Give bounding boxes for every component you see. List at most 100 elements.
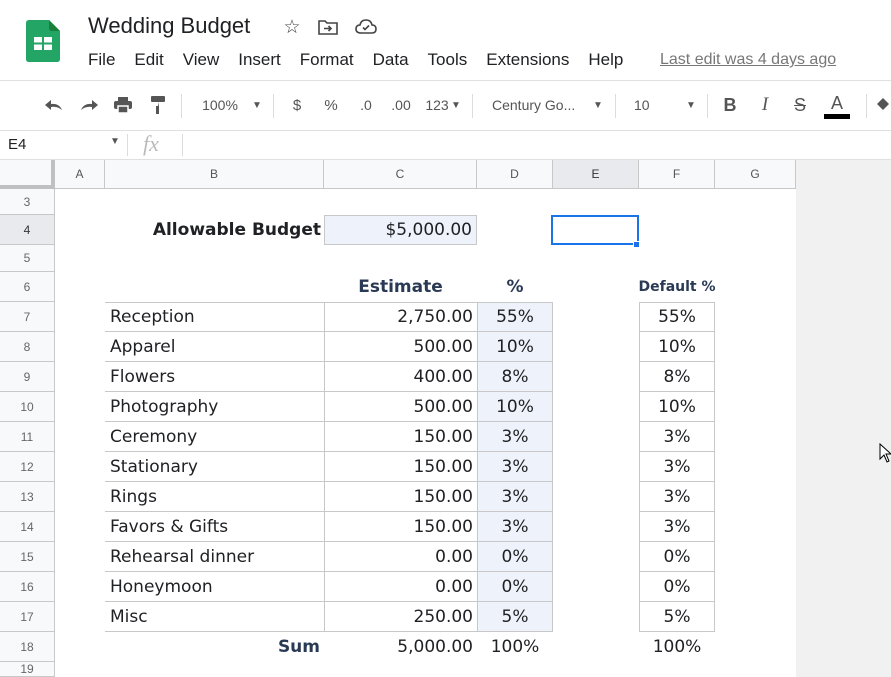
font-family-select[interactable]: Century Go... xyxy=(492,93,584,117)
item-default-percent-cell[interactable]: 3% xyxy=(639,452,715,482)
item-name-cell[interactable]: Photography xyxy=(105,392,324,422)
italic-button[interactable]: I xyxy=(756,93,774,117)
item-default-percent-cell[interactable]: 3% xyxy=(639,512,715,542)
more-formats-button[interactable]: 123 xyxy=(423,93,451,117)
sheets-logo-icon[interactable] xyxy=(26,20,60,62)
column-header-e[interactable]: E xyxy=(553,160,639,189)
row-header-5[interactable]: 5 xyxy=(0,245,55,272)
strikethrough-button[interactable]: S xyxy=(791,93,809,117)
item-estimate-cell[interactable]: 500.00 xyxy=(324,392,477,422)
item-percent-cell[interactable]: 3% xyxy=(477,482,553,512)
fill-handle[interactable] xyxy=(633,241,640,248)
item-name-cell[interactable]: Rings xyxy=(105,482,324,512)
item-default-percent-cell[interactable]: 3% xyxy=(639,422,715,452)
row-header-12[interactable]: 12 xyxy=(0,452,55,482)
percent-format-button[interactable]: % xyxy=(322,93,340,117)
row-header-14[interactable]: 14 xyxy=(0,512,55,542)
menu-edit[interactable]: Edit xyxy=(134,50,163,70)
select-all-corner[interactable] xyxy=(0,160,55,189)
formula-input[interactable] xyxy=(190,131,890,159)
menu-insert[interactable]: Insert xyxy=(238,50,281,70)
menu-view[interactable]: View xyxy=(183,50,220,70)
item-default-percent-cell[interactable]: 10% xyxy=(639,332,715,362)
item-percent-cell[interactable]: 3% xyxy=(477,422,553,452)
item-estimate-cell[interactable]: 150.00 xyxy=(324,512,477,542)
column-header-g[interactable]: G xyxy=(715,160,796,189)
item-percent-cell[interactable]: 3% xyxy=(477,512,553,542)
menu-tools[interactable]: Tools xyxy=(428,50,468,70)
sum-estimate-cell[interactable]: 5,000.00 xyxy=(324,632,477,662)
column-header-a[interactable]: A xyxy=(55,160,105,189)
last-edit-link[interactable]: Last edit was 4 days ago xyxy=(660,51,836,69)
item-default-percent-cell[interactable]: 10% xyxy=(639,392,715,422)
item-percent-cell[interactable]: 10% xyxy=(477,392,553,422)
row-header-19[interactable]: 19 xyxy=(0,662,55,677)
row-header-11[interactable]: 11 xyxy=(0,422,55,452)
font-size-dropdown-icon[interactable]: ▼ xyxy=(684,93,698,117)
row-header-10[interactable]: 10 xyxy=(0,392,55,422)
zoom-select[interactable]: 100% xyxy=(198,93,242,117)
row-header-8[interactable]: 8 xyxy=(0,332,55,362)
item-estimate-cell[interactable]: 0.00 xyxy=(324,542,477,572)
row-header-16[interactable]: 16 xyxy=(0,572,55,602)
selected-cell-e4[interactable] xyxy=(551,215,639,245)
undo-icon[interactable] xyxy=(42,93,66,117)
item-name-cell[interactable]: Honeymoon xyxy=(105,572,324,602)
sum-percent-cell[interactable]: 100% xyxy=(477,632,553,662)
budget-value-cell[interactable]: $5,000.00 xyxy=(324,215,477,245)
item-default-percent-cell[interactable]: 3% xyxy=(639,482,715,512)
column-header-b[interactable]: B xyxy=(105,160,324,189)
star-icon[interactable]: ☆ xyxy=(281,16,303,38)
item-estimate-cell[interactable]: 2,750.00 xyxy=(324,302,477,332)
item-name-cell[interactable]: Favors & Gifts xyxy=(105,512,324,542)
item-default-percent-cell[interactable]: 5% xyxy=(639,602,715,632)
row-header-17[interactable]: 17 xyxy=(0,602,55,632)
paint-format-icon[interactable] xyxy=(146,93,170,117)
column-header-f[interactable]: F xyxy=(639,160,715,189)
item-percent-cell[interactable]: 8% xyxy=(477,362,553,392)
row-header-6[interactable]: 6 xyxy=(0,272,55,302)
name-box[interactable]: E4 xyxy=(8,136,26,153)
menu-data[interactable]: Data xyxy=(373,50,409,70)
row-header-15[interactable]: 15 xyxy=(0,542,55,572)
item-default-percent-cell[interactable]: 8% xyxy=(639,362,715,392)
font-size-select[interactable]: 10 xyxy=(634,93,654,117)
menu-extensions[interactable]: Extensions xyxy=(486,50,569,70)
column-header-c[interactable]: C xyxy=(324,160,477,189)
cloud-saved-icon[interactable] xyxy=(355,16,377,38)
row-header-7[interactable]: 7 xyxy=(0,302,55,332)
item-estimate-cell[interactable]: 400.00 xyxy=(324,362,477,392)
row-header-4[interactable]: 4 xyxy=(0,215,55,245)
increase-decimal-button[interactable]: .00 xyxy=(387,93,415,117)
decrease-decimal-button[interactable]: .0 xyxy=(354,93,378,117)
item-estimate-cell[interactable]: 0.00 xyxy=(324,572,477,602)
item-name-cell[interactable]: Flowers xyxy=(105,362,324,392)
bold-button[interactable]: B xyxy=(721,93,739,117)
item-percent-cell[interactable]: 10% xyxy=(477,332,553,362)
item-default-percent-cell[interactable]: 0% xyxy=(639,542,715,572)
menu-file[interactable]: File xyxy=(88,50,115,70)
item-name-cell[interactable]: Ceremony xyxy=(105,422,324,452)
move-folder-icon[interactable] xyxy=(317,16,339,38)
item-name-cell[interactable]: Rehearsal dinner xyxy=(105,542,324,572)
item-name-cell[interactable]: Stationary xyxy=(105,452,324,482)
column-header-d[interactable]: D xyxy=(477,160,553,189)
more-formats-dropdown-icon[interactable]: ▼ xyxy=(450,93,462,117)
item-default-percent-cell[interactable]: 0% xyxy=(639,572,715,602)
item-name-cell[interactable]: Misc xyxy=(105,602,324,632)
currency-format-button[interactable]: $ xyxy=(288,93,306,117)
menu-format[interactable]: Format xyxy=(300,50,354,70)
item-percent-cell[interactable]: 3% xyxy=(477,452,553,482)
print-icon[interactable] xyxy=(111,93,135,117)
row-header-3[interactable]: 3 xyxy=(0,189,55,215)
item-default-percent-cell[interactable]: 55% xyxy=(639,302,715,332)
row-header-13[interactable]: 13 xyxy=(0,482,55,512)
menu-help[interactable]: Help xyxy=(588,50,623,70)
font-dropdown-icon[interactable]: ▼ xyxy=(591,93,605,117)
sum-default-cell[interactable]: 100% xyxy=(639,632,715,662)
item-estimate-cell[interactable]: 150.00 xyxy=(324,422,477,452)
document-title[interactable]: Wedding Budget xyxy=(88,13,250,39)
item-name-cell[interactable]: Apparel xyxy=(105,332,324,362)
item-percent-cell[interactable]: 0% xyxy=(477,572,553,602)
row-header-9[interactable]: 9 xyxy=(0,362,55,392)
